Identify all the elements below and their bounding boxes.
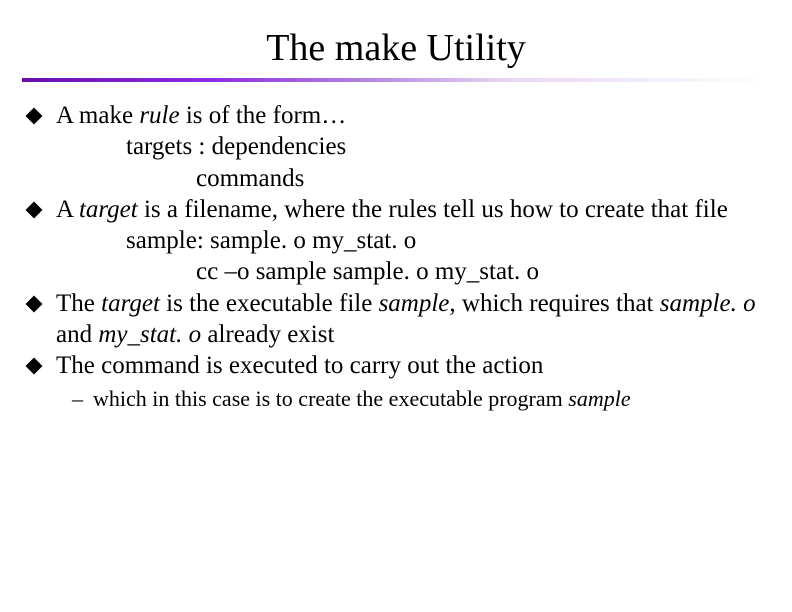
b2-line3: cc –o sample sample. o my_stat. o [56,256,766,287]
b1-line2: targets : dependencies [56,131,766,162]
sub-i1: sample [568,386,630,411]
sub-bullet-1: – which in this case is to create the ex… [26,385,766,413]
b2-post: is a filename, where the rules tell us h… [138,196,728,223]
title-underline [22,78,770,82]
diamond-bullet-icon [26,108,43,125]
dash-bullet-icon: – [72,385,83,413]
b1-post: is of the form… [180,102,347,129]
b3-p2: is the executable file [160,290,379,317]
b1-pre: A make [56,102,139,129]
b1-italic: rule [139,102,179,129]
b2-line2: sample: sample. o my_stat. o [56,225,766,256]
b3-i4: my_stat. o [98,321,201,348]
bullet-2: A target is a filename, where the rules … [26,194,766,288]
diamond-bullet-icon [26,201,43,218]
sub-bullet-1-text: which in this case is to create the exec… [93,385,766,413]
b2-italic: target [79,196,138,223]
sub-p1: which in this case is to create the exec… [93,386,568,411]
bullet-3-text: The target is the executable file sample… [56,288,766,351]
b3-i3: sample. o [660,290,756,317]
b1-line3: commands [56,163,766,194]
bullet-1-text: A make rule is of the form… targets : de… [56,100,766,194]
b3-p3: , which requires that [449,290,659,317]
bullet-1: A make rule is of the form… targets : de… [26,100,766,194]
b3-i1: target [101,290,160,317]
b2-pre: A [56,196,79,223]
diamond-bullet-icon [26,295,43,312]
bullet-4-text: The command is executed to carry out the… [56,350,766,381]
bullet-4: The command is executed to carry out the… [26,350,766,381]
b3-i2: sample [379,290,450,317]
diamond-bullet-icon [26,358,43,375]
slide-title: The make Utility [0,0,792,78]
bullet-3: The target is the executable file sample… [26,288,766,351]
b3-p5: already exist [201,321,334,348]
slide: The make Utility A make rule is of the f… [0,0,792,612]
b3-p1: The [56,290,101,317]
slide-content: A make rule is of the form… targets : de… [0,100,792,413]
b3-p4: and [56,321,98,348]
bullet-2-text: A target is a filename, where the rules … [56,194,766,288]
